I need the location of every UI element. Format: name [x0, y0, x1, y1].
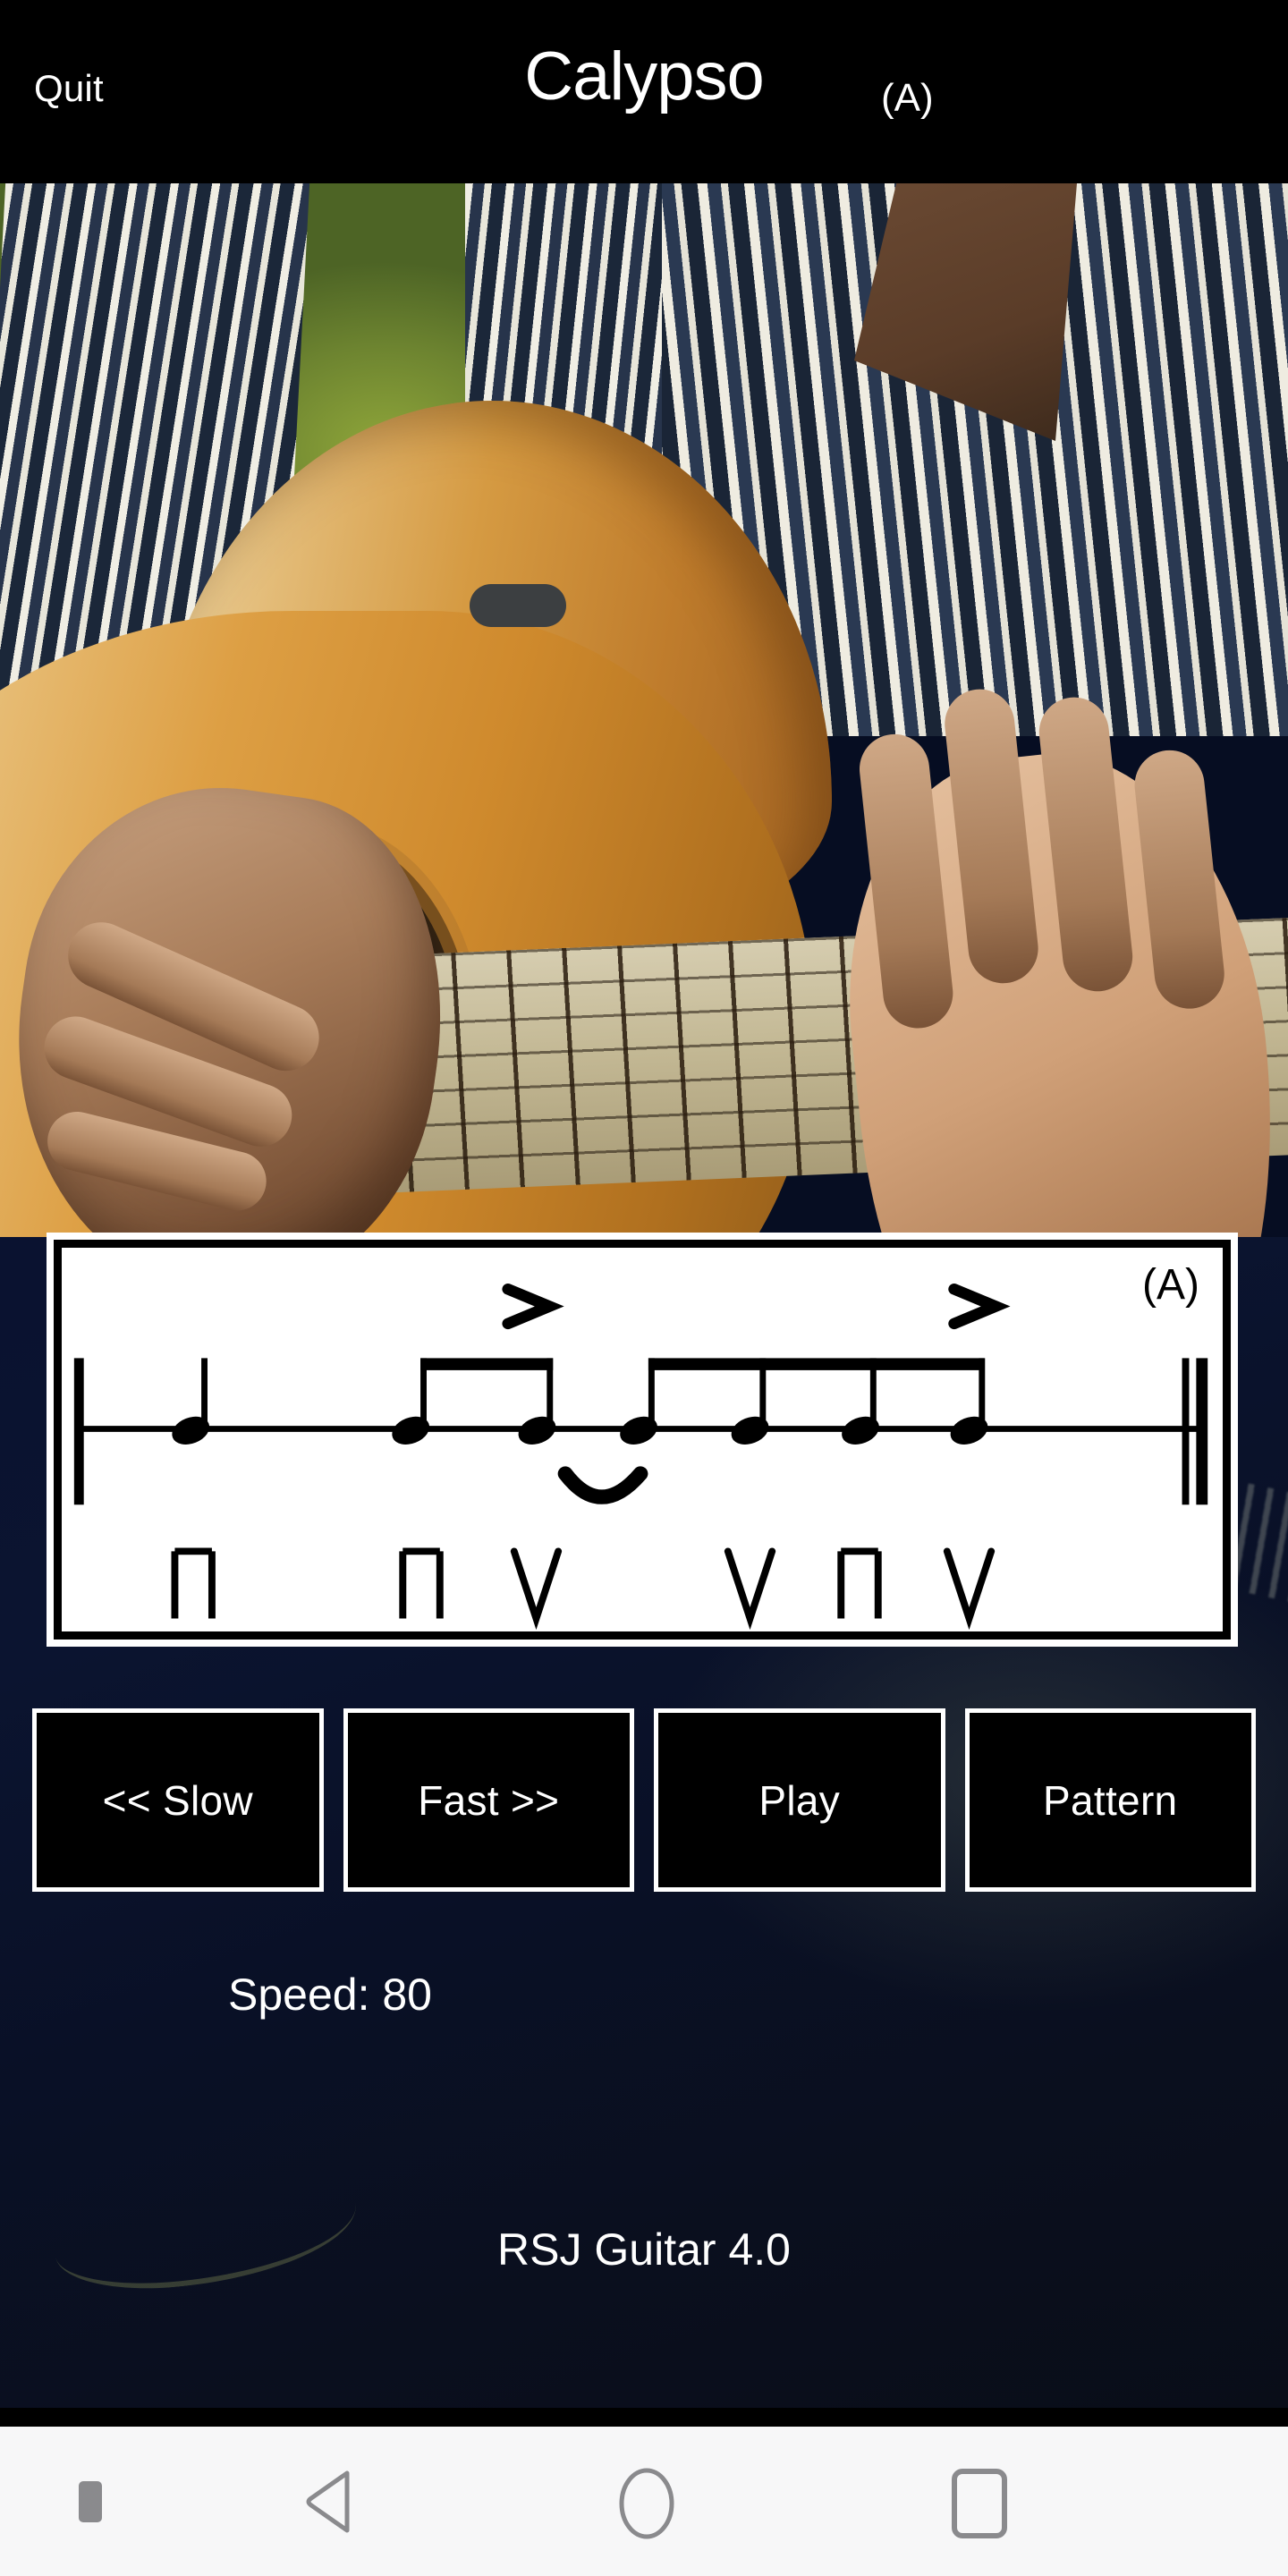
- strum-up-3: [943, 1547, 996, 1631]
- strum-notation-svg: [73, 1284, 1208, 1631]
- note-5: [731, 1358, 769, 1445]
- square-dot-icon[interactable]: [79, 2481, 102, 2522]
- note-7: [950, 1358, 988, 1445]
- note-2: [392, 1358, 430, 1445]
- pill-overlay-marker: [470, 584, 566, 627]
- strum-up-1: [510, 1547, 563, 1631]
- note-4: [620, 1358, 657, 1445]
- barline-end-thin: [1182, 1358, 1190, 1505]
- note-3: [518, 1358, 556, 1445]
- barline-end-thick: [1196, 1358, 1208, 1505]
- accent-mark-2: [948, 1284, 1011, 1330]
- chord-badge: (A): [881, 76, 934, 120]
- speed-readout: Speed: 80: [228, 1970, 432, 2020]
- tie-slur: [557, 1466, 648, 1504]
- page-title: Calypso: [524, 38, 765, 114]
- bottom-black-gap: [0, 2408, 1288, 2427]
- back-triangle-icon[interactable]: [295, 2466, 367, 2538]
- control-button-row: << Slow Fast >> Play Pattern: [32, 1708, 1256, 1892]
- note-6: [842, 1358, 879, 1445]
- beam-group-a: [420, 1358, 554, 1370]
- note-1: [172, 1358, 210, 1445]
- strum-up-2: [724, 1547, 776, 1631]
- title-bar: Quit Calypso (A): [0, 0, 1288, 183]
- notation-staff-area: (A): [54, 1240, 1231, 1640]
- notation-chord-label: (A): [1142, 1261, 1199, 1309]
- fast-button[interactable]: Fast >>: [343, 1708, 634, 1892]
- recents-square-icon[interactable]: [946, 2466, 1013, 2541]
- notation-card[interactable]: (A): [47, 1233, 1238, 1647]
- strum-down-2: [399, 1547, 444, 1619]
- android-navigation-bar: [0, 2427, 1288, 2576]
- strum-down-3: [837, 1547, 882, 1619]
- pattern-button[interactable]: Pattern: [964, 1708, 1256, 1892]
- accent-mark-1: [502, 1284, 564, 1330]
- slow-button[interactable]: << Slow: [32, 1708, 324, 1892]
- app-version-label: RSJ Guitar 4.0: [497, 2224, 791, 2275]
- beam-group-b: [648, 1358, 985, 1370]
- barline-start: [73, 1358, 84, 1505]
- strum-down-1: [171, 1547, 216, 1619]
- app-screen: Quit Calypso (A) (A) << Slow Fast >> Pla…: [0, 0, 1288, 2576]
- play-button[interactable]: Play: [654, 1708, 945, 1892]
- home-circle-icon[interactable]: [615, 2466, 678, 2541]
